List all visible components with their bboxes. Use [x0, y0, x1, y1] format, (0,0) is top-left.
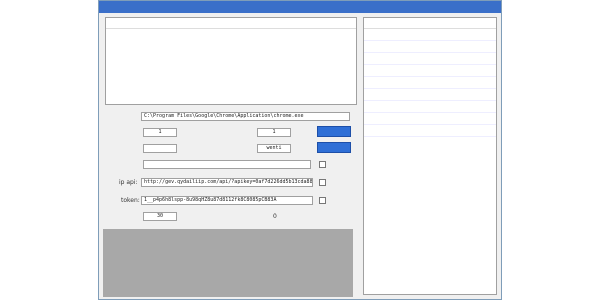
table-row	[364, 88, 496, 89]
use-proxy-checkbox[interactable]	[319, 197, 326, 204]
hide-run-checkbox[interactable]	[319, 161, 326, 168]
sent-list-header	[364, 18, 496, 29]
table-row	[364, 100, 496, 101]
file-a-input[interactable]	[143, 144, 177, 153]
count-input[interactable]: 30	[143, 212, 177, 221]
suffix-input[interactable]	[143, 160, 311, 169]
task-list-header	[106, 18, 356, 29]
table-row	[364, 76, 496, 77]
app-window: C:\Program Files\Google\Chrome\Applicati…	[98, 0, 502, 300]
token-label: token:	[121, 197, 140, 204]
ip-api-label: ip api:	[119, 179, 138, 186]
table-row	[364, 40, 496, 41]
completed-count: 0	[273, 213, 277, 220]
use-api-checkbox[interactable]	[319, 179, 326, 186]
table-row	[364, 64, 496, 65]
token-input[interactable]: 1__p4p6h8lspp-8u98qHZ8u87d8112fk8C8085pC…	[141, 196, 313, 205]
browser-path-input[interactable]: C:\Program Files\Google\Chrome\Applicati…	[141, 112, 350, 121]
thread-interval-input[interactable]: 1	[257, 128, 291, 137]
table-row	[364, 136, 496, 137]
start-run-button[interactable]	[317, 126, 351, 137]
log-output-panel[interactable]	[103, 229, 353, 297]
file-b-input[interactable]: wenti	[257, 144, 291, 153]
fetch-address-button[interactable]	[317, 142, 351, 153]
sent-list-panel[interactable]	[363, 17, 497, 295]
task-list-panel[interactable]	[105, 17, 357, 105]
thread-count-input[interactable]: 1	[143, 128, 177, 137]
table-row	[364, 124, 496, 125]
table-row	[364, 112, 496, 113]
window-title	[99, 1, 501, 13]
ip-api-input[interactable]: http://gev.qydailiip.com/api/?apikey=0af…	[141, 178, 313, 187]
table-row	[364, 52, 496, 53]
